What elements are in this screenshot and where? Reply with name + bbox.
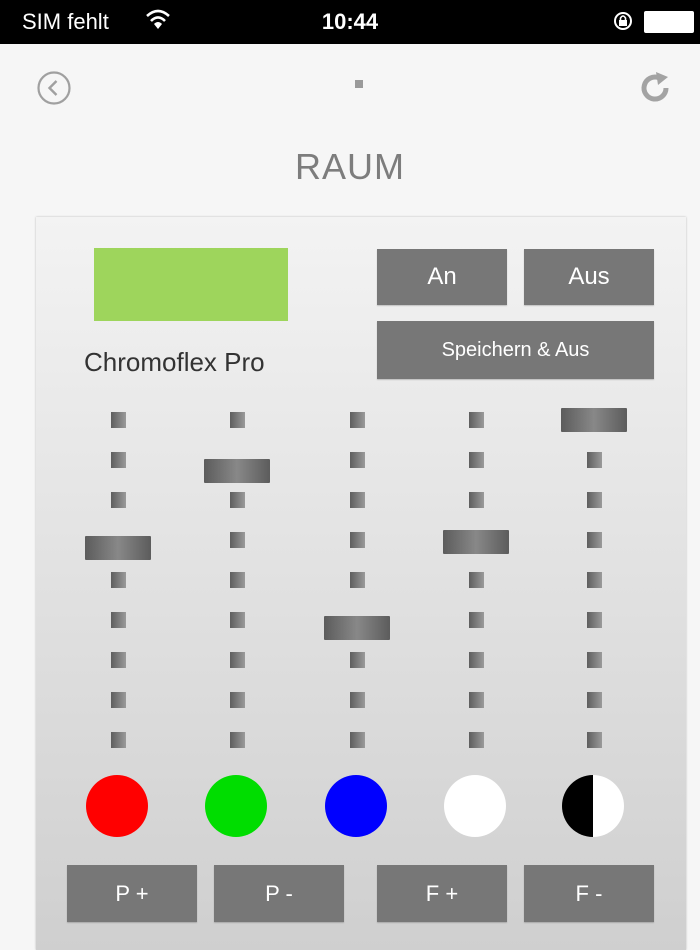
- slider-thumb[interactable]: [561, 408, 627, 432]
- function-minus-button[interactable]: F -: [524, 865, 654, 922]
- slider-track-dot: [111, 492, 126, 508]
- slider-thumb[interactable]: [204, 459, 270, 484]
- off-button[interactable]: Aus: [524, 249, 654, 305]
- slider-track-dot: [587, 732, 602, 748]
- slider-thumb[interactable]: [324, 616, 390, 640]
- slider-track-dot: [230, 732, 245, 748]
- slider-track-dot: [111, 612, 126, 628]
- slider-track-dot: [587, 452, 602, 468]
- on-button[interactable]: An: [377, 249, 507, 305]
- slider-blue[interactable]: [322, 412, 392, 752]
- slider-track-dot: [469, 492, 484, 508]
- slider-track-dot: [350, 732, 365, 748]
- slider-track-dot: [230, 492, 245, 508]
- blue-color-button[interactable]: [325, 775, 387, 837]
- slider-track-dot: [111, 692, 126, 708]
- slider-track-dot: [111, 732, 126, 748]
- slider-track-dot: [230, 572, 245, 588]
- slider-red[interactable]: [83, 412, 153, 752]
- page-indicator: [355, 80, 363, 88]
- slider-track-dot: [230, 532, 245, 548]
- slider-track-dot: [111, 572, 126, 588]
- rotation-lock-icon: [614, 12, 632, 30]
- slider-track-dot: [230, 692, 245, 708]
- slider-track-dot: [469, 612, 484, 628]
- function-plus-button[interactable]: F +: [377, 865, 507, 922]
- refresh-icon[interactable]: [637, 70, 673, 106]
- slider-track-dot: [230, 652, 245, 668]
- red-color-button[interactable]: [86, 775, 148, 837]
- slider-track-dot: [587, 612, 602, 628]
- clock: 10:44: [321, 9, 379, 34]
- slider-track-dot: [111, 652, 126, 668]
- slider-track-dot: [111, 452, 126, 468]
- save-and-off-button[interactable]: Speichern & Aus: [377, 321, 654, 379]
- slider-track-dot: [350, 532, 365, 548]
- slider-track-dot: [469, 692, 484, 708]
- slider-thumb[interactable]: [85, 536, 151, 560]
- slider-track-dot: [469, 452, 484, 468]
- slider-track-dot: [587, 532, 602, 548]
- device-control-panel: Chromoflex Pro An Aus Speichern & Aus P …: [36, 217, 686, 950]
- slider-track-dot: [469, 412, 484, 428]
- battery-icon: [644, 11, 694, 33]
- slider-track-dot: [587, 492, 602, 508]
- slider-track-dot: [350, 412, 365, 428]
- slider-track-dot: [350, 492, 365, 508]
- slider-track-dot: [469, 652, 484, 668]
- green-color-button[interactable]: [205, 775, 267, 837]
- slider-track-dot: [350, 572, 365, 588]
- color-preview-swatch: [94, 248, 288, 321]
- slider-track-dot: [587, 572, 602, 588]
- black-half: [562, 775, 593, 837]
- slider-track-dot: [230, 412, 245, 428]
- slider-track-dot: [350, 652, 365, 668]
- slider-green[interactable]: [202, 412, 272, 752]
- slider-white[interactable]: [441, 412, 511, 752]
- program-minus-button[interactable]: P -: [214, 865, 344, 922]
- slider-thumb[interactable]: [443, 529, 509, 554]
- program-plus-button[interactable]: P +: [67, 865, 197, 922]
- status-bar: SIM fehlt 10:44: [0, 0, 700, 44]
- page-title: RAUM: [295, 146, 405, 187]
- slider-track-dot: [350, 452, 365, 468]
- back-circle-icon[interactable]: [36, 70, 72, 106]
- slider-brightness[interactable]: [559, 408, 629, 752]
- device-name: Chromoflex Pro: [84, 347, 265, 377]
- slider-track-dot: [111, 412, 126, 428]
- white-half: [593, 775, 624, 837]
- white-color-button[interactable]: [444, 775, 506, 837]
- slider-track-dot: [587, 692, 602, 708]
- slider-track-dot: [350, 692, 365, 708]
- slider-track-dot: [469, 572, 484, 588]
- black-white-color-button[interactable]: [562, 775, 624, 837]
- slider-track-dot: [230, 612, 245, 628]
- slider-track-dot: [469, 732, 484, 748]
- slider-track-dot: [587, 652, 602, 668]
